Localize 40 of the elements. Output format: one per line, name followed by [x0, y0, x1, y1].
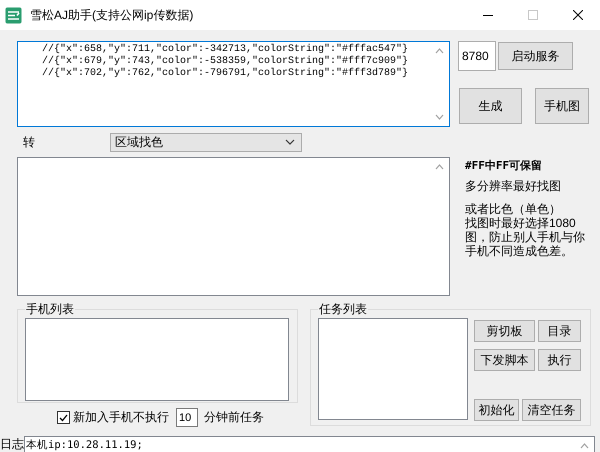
scroll-up-icon[interactable] — [435, 48, 444, 54]
generate-button[interactable]: 生成 — [459, 88, 522, 124]
maximize-icon[interactable] — [528, 10, 538, 20]
task-button[interactable]: 剪切板 — [474, 320, 535, 342]
task-button[interactable]: 清空任务 — [522, 399, 581, 421]
group-title: 任务列表 — [318, 302, 368, 316]
phone-image-button[interactable]: 手机图 — [535, 88, 589, 124]
chevron-down-icon — [285, 139, 295, 145]
log-field[interactable]: 本机ip:10.28.11.19; — [24, 436, 595, 452]
minimize-icon[interactable] — [482, 14, 492, 16]
port-field[interactable]: 8780 — [458, 41, 496, 71]
scroll-down-icon[interactable] — [435, 114, 444, 120]
app-icon — [5, 6, 22, 24]
hint-text: #FF中FF可保留 — [465, 159, 544, 173]
minutes-field[interactable]: 10 — [176, 408, 198, 427]
task-button[interactable]: 初始化 — [474, 399, 519, 421]
minutes-label: 分钟前任务 — [204, 409, 264, 426]
task-button[interactable]: 目录 — [538, 320, 581, 342]
code-line: //{"x":658,"y":711,"color":-342713,"colorString":"#fffac547"} — [42, 44, 408, 56]
window-title: 雪松AJ助手(支持公网ip传数据) — [30, 6, 194, 24]
phone-list-box[interactable] — [25, 318, 289, 401]
start-service-button[interactable]: 启动服务 — [498, 42, 573, 70]
close-icon[interactable] — [572, 10, 582, 20]
code-line: //{"x":679,"y":743,"color":-538359,"colorString":"#fff7c909"} — [42, 56, 408, 68]
hint-text: 多分辨率最好找图 — [465, 179, 562, 193]
checkbox[interactable] — [57, 411, 70, 424]
code-editor[interactable]: //{"x":658,"y":711,"color":-342713,"colorString":"#fffac547"} //{"x":679,"y":743,"color":-538359,"colorString":"#fff7c909"} //{"x":702,"y":762,"color":-796791,"colorString":"#fff3d789"} — [17, 41, 450, 127]
mode-dropdown[interactable]: 区域找色 — [110, 132, 302, 152]
hint-text: 找图时最好选择1080图，防止别人手机与你手机不同造成色差。 — [465, 216, 586, 258]
task-button[interactable]: 下发脚本 — [474, 349, 535, 371]
code-line: //{"x":702,"y":762,"color":-796791,"colorString":"#fff3d789"} — [42, 68, 408, 80]
hint-text: 或者比色（单色） — [465, 202, 562, 216]
group-title: 手机列表 — [25, 302, 75, 316]
task-list-box[interactable] — [318, 318, 468, 420]
task-button[interactable]: 执行 — [538, 349, 581, 371]
convert-label: 转 — [23, 134, 35, 148]
log-label: 日志 — [0, 436, 24, 452]
scroll-up-icon[interactable] — [435, 164, 444, 170]
scroll-up-icon[interactable] — [580, 443, 589, 449]
checkbox-label[interactable]: 新加入手机不执行 — [73, 409, 169, 426]
